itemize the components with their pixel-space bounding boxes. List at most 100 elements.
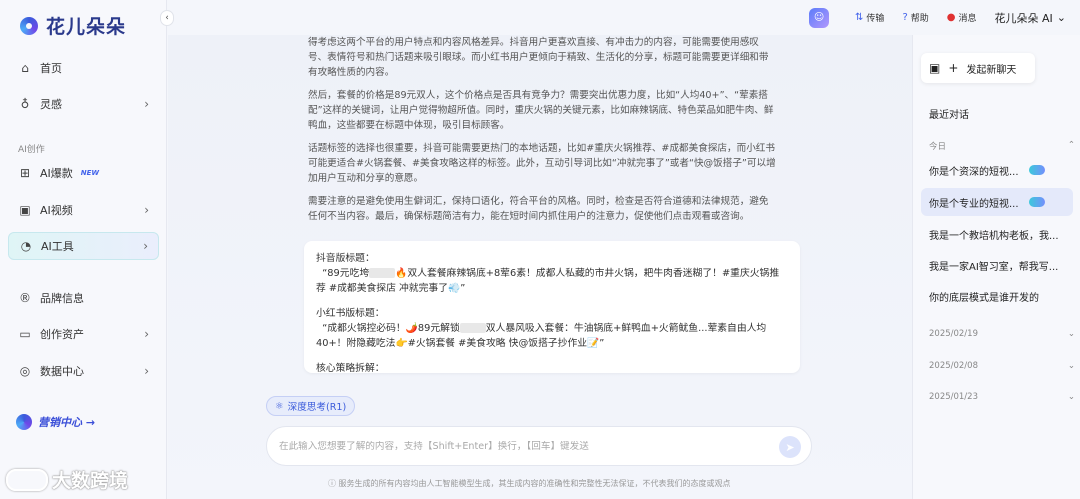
conversation-title: 你的底层模式是谁开发的	[929, 292, 1039, 304]
chevron-down-icon: ⌄	[1056, 11, 1066, 24]
tool-icon: ◔	[20, 239, 32, 253]
group-date[interactable]: 2025/02/19 ⌄	[929, 329, 1075, 339]
video-icon: ▣	[19, 203, 31, 217]
watermark-text: 大数跨境	[52, 470, 129, 492]
xhs-heading: 小红书版标题：	[316, 308, 385, 319]
send-button[interactable]: ➤	[779, 436, 801, 458]
redacted-block	[459, 323, 486, 333]
messages-button[interactable]: ● 消息	[947, 11, 977, 24]
robot-icon: ☺	[813, 12, 825, 23]
conversation-title: 我是一个教培机构老板，我...	[929, 230, 1059, 242]
sidebar-item-ai-video[interactable]: ▣ AI视频 ›	[8, 196, 159, 224]
model-tag-icon	[1029, 197, 1045, 207]
sidebar-item-inspiration[interactable]: ♁ 灵感 ›	[8, 90, 159, 118]
group-label: 2025/02/19	[929, 329, 978, 339]
group-date[interactable]: 2025/02/08 ⌄	[929, 361, 1075, 371]
douyin-title: “89元吃垮 🔥双人套餐麻辣锅底+8荤6素！成都人私藏的市井火锅，耙牛肉香迷糊了！…	[316, 266, 788, 296]
group-label: 今日	[929, 142, 947, 152]
sidebar-item-ai-hot[interactable]: ⊞ AI爆款 NEW	[8, 159, 159, 187]
sidebar-item-ai-tools[interactable]: ◔ AI工具 ›	[8, 232, 159, 260]
help-icon: ?	[902, 12, 908, 23]
chevron-right-icon: ›	[143, 239, 148, 253]
strategy-heading: 核心策略拆解：	[316, 363, 385, 373]
user-label: 花儿朵朵 AI	[994, 11, 1053, 25]
watermark: 大数跨境	[6, 466, 128, 493]
reasoning-block: 得考虑这两个平台的用户特点和内容风格差异。抖音用户更喜欢直接、有冲击力的内容，可…	[308, 35, 778, 232]
sidebar-item-label: 品牌信息	[40, 292, 84, 305]
left-sidebar: 花儿朵朵 ⌂ 首页 ♁ 灵感 › AI创作 ⊞ AI爆款 NEW ▣ AI视频 …	[0, 0, 167, 499]
recent-title: 最近对话	[929, 110, 969, 121]
marketing-center-link[interactable]: 营销中心 →	[16, 414, 95, 430]
marketing-icon	[16, 414, 32, 430]
chevron-right-icon: ›	[144, 364, 149, 378]
chat-input-box: ➤	[266, 426, 812, 466]
sidebar-item-home[interactable]: ⌂ 首页	[8, 54, 159, 82]
answer-card: 抖音版标题： “89元吃垮 🔥双人套餐麻辣锅底+8荤6素！成都人私藏的市井火锅，耙…	[304, 241, 800, 373]
chat-area: 得考虑这两个平台的用户特点和内容风格差异。抖音用户更喜欢直接、有冲击力的内容，可…	[168, 35, 912, 499]
user-menu[interactable]: 花儿朵朵 AI ⌄	[995, 10, 1066, 26]
home-icon: ⌂	[21, 61, 29, 75]
messages-label: 消息	[958, 14, 977, 24]
reasoning-paragraph: 需要注意的是避免使用生僻词汇，保持口语化，符合平台的风格。同时，检查是否符合道德…	[308, 196, 769, 222]
douyin-title-part: “89元吃垮	[322, 268, 370, 279]
group-label: 2025/02/08	[929, 361, 978, 371]
conversation-item-active[interactable]: 你是个专业的短视...	[921, 188, 1073, 216]
conversation-title: 我是一家AI智习室，帮我写...	[929, 261, 1059, 273]
disclaimer: ⓘ 服务生成的所有内容均由人工智能模型生成，其生成内容的准确性和完整性无法保证，…	[328, 479, 731, 488]
xhs-title: “成都火锅控必码！🌶️89元解锁 双人暴风吸入套餐：牛油锅底+鲜鸭血+火箭鱿鱼..…	[316, 321, 788, 351]
sidebar-item-label: AI工具	[41, 240, 74, 253]
xhs-title-part: “成都火锅控必码！🌶️89元解锁	[322, 323, 460, 334]
data-icon: ◎	[19, 364, 31, 378]
help-label: 帮助	[910, 14, 929, 24]
chevron-right-icon: ›	[144, 203, 149, 217]
conversation-item[interactable]: 你的底层模式是谁开发的	[921, 282, 1073, 310]
plus-icon: +	[948, 61, 959, 75]
lightbulb-icon: ♁	[20, 97, 30, 111]
sidebar-item-creative-assets[interactable]: ▭ 创作资产 ›	[8, 320, 159, 348]
conversation-panel: ▣ + 发起新聊天 最近对话 今日 ⌃ 你是个资深的短视... 你是个专业的短视…	[912, 35, 1080, 499]
watermark-logo-icon	[6, 468, 48, 491]
logo-icon	[18, 15, 40, 37]
deep-think-label: 深度思考(R1)	[287, 402, 347, 413]
sidebar-item-label: AI视频	[40, 204, 73, 217]
sidebar-item-data-center[interactable]: ◎ 数据中心 ›	[8, 357, 159, 385]
group-date[interactable]: 2025/01/23 ⌄	[929, 392, 1075, 402]
group-label: 2025/01/23	[929, 392, 978, 402]
folder-icon: ▭	[19, 327, 31, 341]
chevron-down-icon: ⌄	[1067, 329, 1075, 339]
conversation-title: 你是个专业的短视...	[929, 198, 1019, 210]
brand-logo[interactable]: 花儿朵朵	[18, 12, 126, 39]
conversation-item[interactable]: 你是个资深的短视...	[921, 156, 1073, 184]
app-avatar[interactable]: ☺	[809, 7, 830, 28]
deep-think-toggle[interactable]: ⚛ 深度思考(R1)	[266, 396, 356, 416]
sidebar-item-label: 数据中心	[40, 365, 84, 378]
redacted-block	[369, 268, 396, 278]
collapse-sidebar-button[interactable]: ‹	[160, 10, 174, 26]
new-chat-label: 发起新聊天	[966, 64, 1017, 76]
group-today[interactable]: 今日 ⌃	[929, 140, 1075, 152]
transfer-label: 传输	[866, 14, 885, 24]
reasoning-paragraph: 得考虑这两个平台的用户特点和内容风格差异。抖音用户更喜欢直接、有冲击力的内容，可…	[308, 37, 769, 78]
new-badge: NEW	[80, 169, 100, 177]
atom-icon: ⚛	[275, 400, 284, 412]
sidebar-item-brand-info[interactable]: ® 品牌信息	[8, 284, 159, 312]
sidebar-item-label: 首页	[40, 62, 62, 75]
chevron-left-icon: ‹	[165, 13, 169, 23]
brand-name: 花儿朵朵	[46, 16, 127, 38]
transfer-button[interactable]: ⇅ 传输	[855, 11, 884, 24]
help-button[interactable]: ? 帮助	[902, 11, 928, 24]
chat-input[interactable]	[279, 440, 771, 452]
chevron-right-icon: ›	[144, 97, 149, 111]
marketing-label: 营销中心 →	[38, 416, 96, 429]
conversation-item[interactable]: 我是一个教培机构老板，我...	[921, 220, 1073, 248]
brand-icon: ®	[19, 291, 31, 305]
new-chat-button[interactable]: ▣ + 发起新聊天	[921, 53, 1035, 83]
conversation-item[interactable]: 我是一家AI智习室，帮我写...	[921, 251, 1073, 279]
sidebar-item-label: AI爆款	[40, 167, 73, 180]
chevron-down-icon: ⌄	[1067, 392, 1075, 402]
chevron-up-icon: ⌃	[1067, 140, 1075, 150]
transfer-icon: ⇅	[855, 12, 864, 23]
chevron-right-icon: ›	[144, 327, 149, 341]
sidebar-item-label: 创作资产	[40, 328, 84, 341]
reasoning-paragraph: 话题标签的选择也很重要，抖音可能需要更热门的本地话题，比如#重庆火锅推荐、#成都…	[308, 143, 776, 184]
